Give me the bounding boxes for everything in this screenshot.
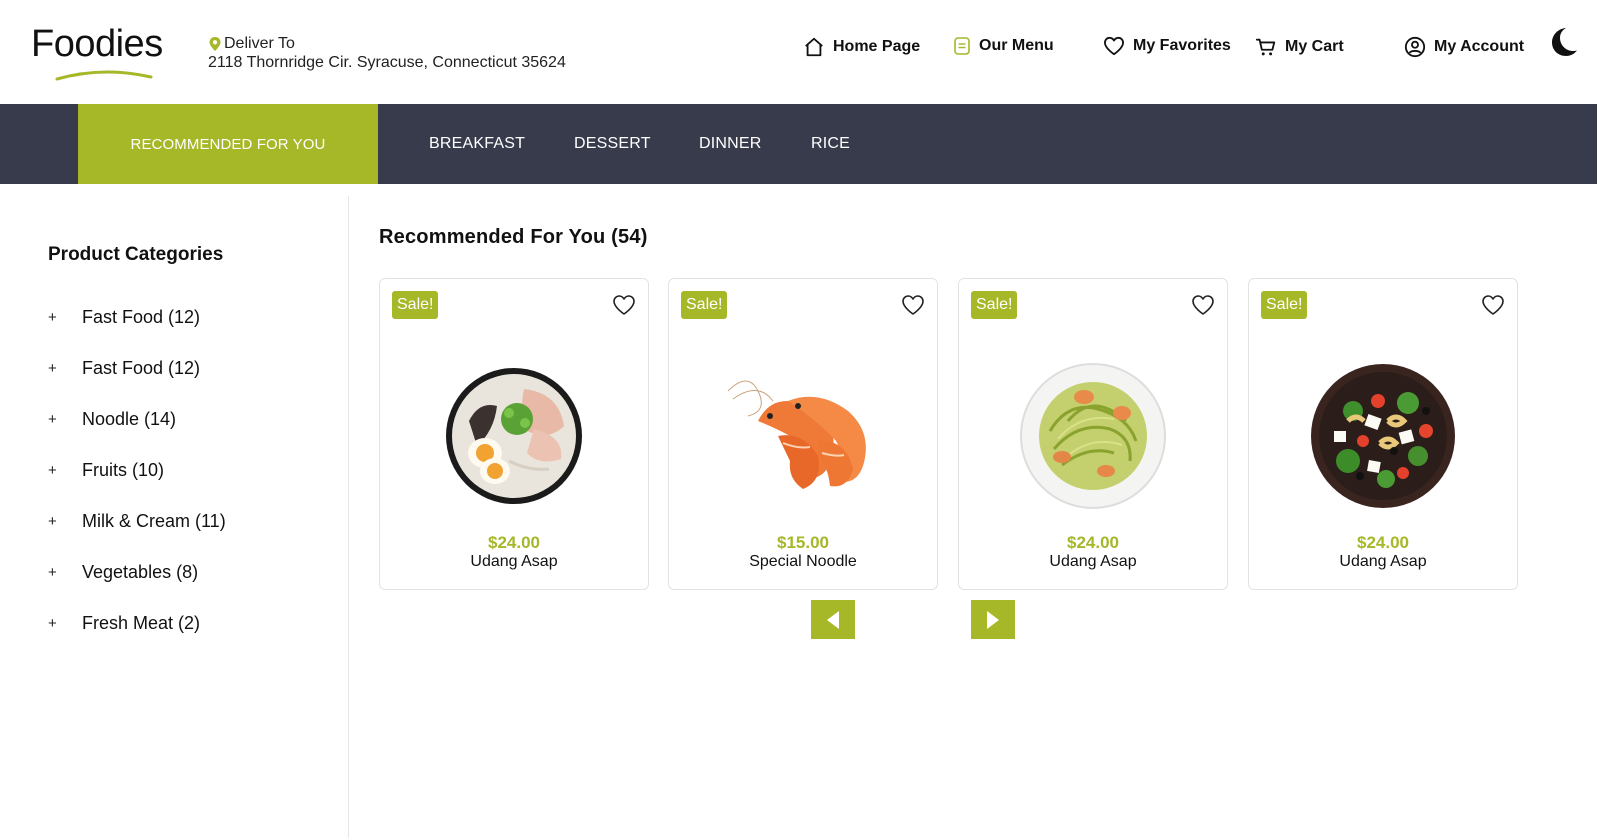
shrimp-image: [727, 380, 866, 489]
product-name: Udang Asap: [1049, 553, 1137, 570]
nav-cart-label: My Cart: [1285, 38, 1344, 55]
favorite-heart-icon[interactable]: [901, 293, 925, 317]
plus-icon: +: [48, 309, 57, 326]
delivery-label: Deliver To: [224, 35, 295, 52]
plus-icon: +: [48, 462, 57, 479]
section-title: Recommended For You (54): [379, 226, 648, 248]
cart-icon: [1255, 38, 1276, 56]
product-name: Udang Asap: [1339, 553, 1427, 570]
next-button[interactable]: [971, 600, 1015, 639]
moon-icon: [1552, 28, 1577, 56]
nav-menu-label: Our Menu: [979, 37, 1054, 54]
product-card[interactable]: Sale! $24.00 Udang Asap: [1248, 278, 1518, 590]
plus-icon: +: [48, 411, 57, 428]
sale-badge: Sale!: [1261, 291, 1308, 319]
product-card[interactable]: Sale! $24.00 Udang Asap: [958, 278, 1228, 590]
sale-badge: Sale!: [971, 291, 1018, 319]
favorite-heart-icon[interactable]: [1481, 293, 1505, 317]
category-item[interactable]: + Fast Food (12): [48, 292, 226, 343]
plus-icon: +: [48, 564, 57, 581]
category-label: Milk & Cream (11): [82, 511, 226, 531]
tab-breakfast[interactable]: BREAKFAST: [429, 104, 525, 184]
product-name: Udang Asap: [470, 553, 558, 570]
sidebar-title: Product Categories: [48, 244, 224, 265]
ramen-bowl-image: [446, 368, 582, 504]
product-price: $24.00: [488, 533, 540, 552]
tab-recommended[interactable]: RECOMMENDED FOR YOU: [78, 104, 378, 184]
category-label: Fast Food (12): [82, 358, 201, 378]
home-icon: [805, 37, 823, 57]
user-circle-icon: [1404, 36, 1426, 58]
theme-toggle[interactable]: [1549, 27, 1581, 59]
category-item[interactable]: + Fruits (10): [48, 445, 226, 496]
logo-swoosh: [55, 70, 153, 81]
delivery-address: 2118 Thornridge Cir. Syracuse, Connectic…: [208, 54, 566, 71]
category-label: Noodle (14): [82, 409, 177, 429]
prev-button[interactable]: [811, 600, 855, 639]
product-name: Special Noodle: [749, 553, 857, 570]
category-label: Fresh Meat (2): [82, 613, 201, 633]
product-card[interactable]: Sale! $24.00 Udang Asap: [379, 278, 649, 590]
tab-dinner[interactable]: DINNER: [699, 104, 762, 184]
product-card[interactable]: Sale! $15.00 Special Noodle: [668, 278, 938, 590]
menu-icon: [954, 37, 970, 55]
tab-dessert[interactable]: DESSERT: [574, 104, 651, 184]
sale-badge: Sale!: [392, 291, 439, 319]
nav-home-label: Home Page: [833, 38, 921, 55]
product-price: $24.00: [1357, 533, 1409, 552]
nav-cart[interactable]: My Cart: [1255, 36, 1344, 58]
nav-home[interactable]: Home Page: [803, 36, 920, 58]
category-label: Fruits (10): [82, 460, 165, 480]
pasta-salad-image: [1311, 364, 1455, 508]
nav-menu[interactable]: Our Menu: [953, 36, 1054, 56]
tab-rice[interactable]: RICE: [811, 104, 850, 184]
nav-account-label: My Account: [1434, 38, 1525, 55]
plus-icon: +: [48, 513, 57, 530]
heart-icon: [1103, 36, 1124, 56]
category-item[interactable]: + Vegetables (8): [48, 547, 226, 598]
category-label: Fast Food (12): [82, 307, 201, 327]
favorite-heart-icon[interactable]: [1191, 293, 1215, 317]
product-price: $24.00: [1067, 533, 1119, 552]
logo-text: Foodies: [31, 23, 163, 65]
arrow-left-icon: [827, 610, 839, 629]
pesto-pasta-image: [1020, 363, 1166, 509]
arrow-right-icon: [987, 610, 999, 629]
sidebar: Product Categories + Fast Food (12) + Fast…: [0, 196, 349, 838]
product-price: $15.00: [777, 533, 829, 552]
plus-icon: +: [48, 615, 57, 632]
header: Foodies Deliver To 2118 Thornridge Cir. …: [0, 0, 1597, 104]
location-pin-icon: [209, 37, 221, 51]
favorite-heart-icon[interactable]: [612, 293, 636, 317]
category-label: Vegetables (8): [82, 562, 199, 582]
nav-account[interactable]: My Account: [1404, 36, 1524, 58]
category-list: + Fast Food (12) + Fast Food (12) + Noodle …: [48, 292, 226, 649]
category-item[interactable]: + Fresh Meat (2): [48, 598, 226, 649]
category-bar: RECOMMENDED FOR YOU BREAKFAST DESSERT DI…: [0, 104, 1597, 184]
delivery-info[interactable]: Deliver To 2118 Thornridge Cir. Syracuse…: [208, 35, 566, 72]
nav-favorites[interactable]: My Favorites: [1103, 36, 1231, 56]
plus-icon: +: [48, 360, 57, 377]
nav-favorites-label: My Favorites: [1133, 37, 1231, 54]
category-item[interactable]: + Noodle (14): [48, 394, 226, 445]
category-item[interactable]: + Milk & Cream (11): [48, 496, 226, 547]
logo[interactable]: Foodies: [31, 22, 181, 86]
category-item[interactable]: + Fast Food (12): [48, 343, 226, 394]
sale-badge: Sale!: [681, 291, 728, 319]
